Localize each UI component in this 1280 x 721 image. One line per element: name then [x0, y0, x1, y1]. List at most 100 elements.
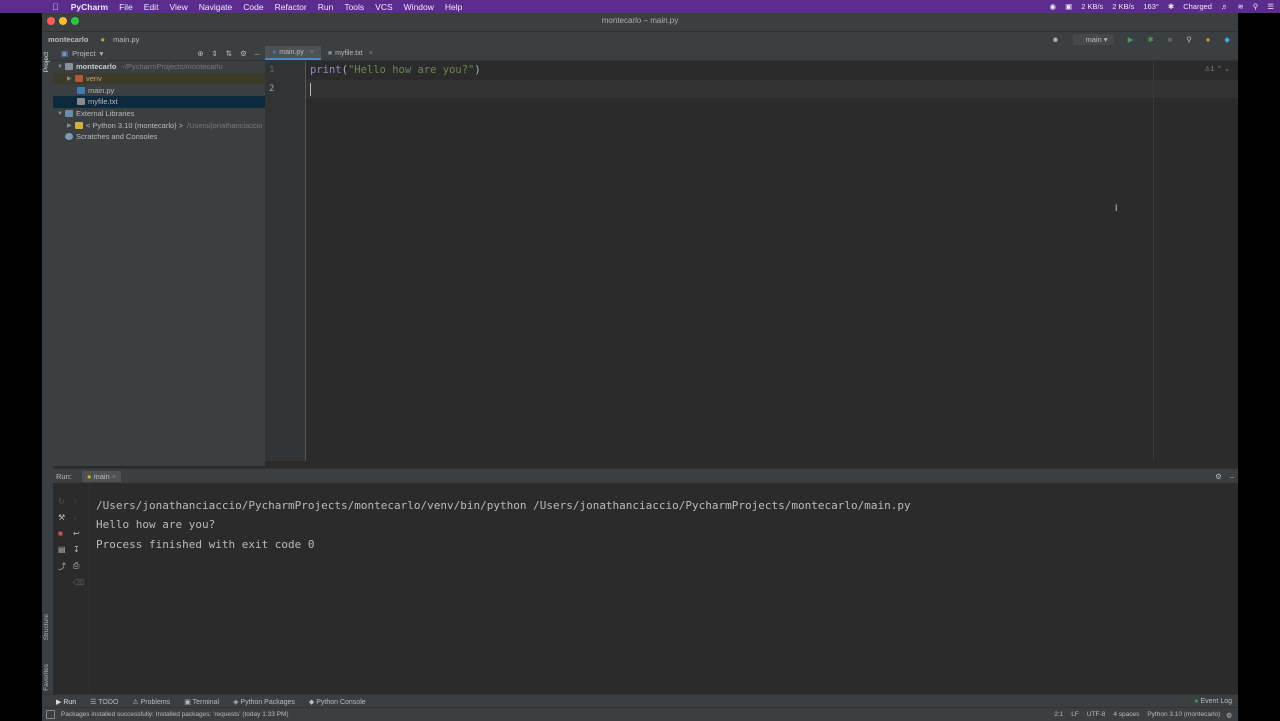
apple-icon[interactable]: : [52, 2, 59, 12]
tab-main-py[interactable]: ● main.py ×: [265, 46, 321, 60]
collapse-all-icon[interactable]: ⇅: [226, 49, 232, 58]
gear-icon[interactable]: ⚙: [1215, 472, 1222, 481]
scroll-to-end-icon[interactable]: ↧: [73, 545, 84, 554]
updates-icon[interactable]: ●: [1206, 35, 1211, 44]
tree-item-main-py[interactable]: main.py: [53, 84, 265, 96]
indent-setting[interactable]: 4 spaces: [1113, 711, 1139, 718]
stop-icon[interactable]: ■: [1168, 35, 1173, 44]
line-number-gutter: 1 2: [265, 61, 306, 461]
rerun-icon[interactable]: ↻: [58, 497, 66, 506]
menu-navigate[interactable]: Navigate: [199, 2, 233, 12]
volume-icon[interactable]: ♬: [1221, 2, 1229, 11]
tree-item-venv[interactable]: ▶ venv: [53, 72, 265, 85]
gear-icon[interactable]: ⚙: [240, 49, 247, 58]
menu-code[interactable]: Code: [243, 2, 263, 12]
menu-tools[interactable]: Tools: [344, 2, 364, 12]
close-icon[interactable]: ×: [112, 472, 116, 481]
python-icon: ●: [86, 471, 92, 481]
inspection-widget[interactable]: ⚠1 ⌃ ⌄: [1204, 65, 1230, 73]
wifi-icon[interactable]: ≋: [1237, 2, 1243, 11]
scratches-icon: [65, 133, 73, 141]
print-icon[interactable]: ⎙: [73, 561, 84, 571]
arrow-down-icon[interactable]: ↓: [73, 513, 84, 522]
chevron-down-icon[interactable]: ▼: [57, 111, 65, 117]
run-tab-main[interactable]: ● main ×: [81, 470, 122, 482]
expand-all-icon[interactable]: ⇕: [212, 49, 218, 58]
favorites-tool-tab[interactable]: Favorites: [43, 664, 50, 691]
menu-file[interactable]: File: [119, 2, 133, 12]
screen-icon[interactable]: ▣: [1065, 2, 1072, 11]
chevron-right-icon[interactable]: ▶: [67, 75, 75, 82]
file-encoding[interactable]: UTF-8: [1087, 711, 1105, 718]
interpreter-selector[interactable]: Python 3.10 (montecarlo): [1147, 711, 1220, 718]
tab-myfile-txt[interactable]: ■ myfile.txt ×: [321, 46, 380, 60]
pin-icon[interactable]: ⤴: [58, 561, 66, 572]
project-tool-tab[interactable]: Project: [43, 52, 50, 72]
structure-tool-tab[interactable]: Structure: [43, 614, 50, 640]
text-file-icon: ■: [327, 49, 333, 57]
line-separator[interactable]: LF: [1071, 711, 1079, 718]
trash-icon[interactable]: ⌫: [73, 578, 84, 587]
tool-tab-python-packages[interactable]: ◈ Python Packages: [233, 698, 295, 706]
run-toolbar: ↻ ⚒ ■ ▤ ⤴ ↑ ↓ ↩ ↧ ⎙ ⌫: [53, 483, 90, 695]
arrow-up-icon[interactable]: ↑: [73, 497, 84, 506]
caret-position[interactable]: 2:1: [1054, 711, 1063, 718]
tool-tab-run[interactable]: ▶ Run: [56, 698, 76, 706]
title-bar: montecarlo – main.py: [42, 13, 1238, 32]
tree-item-scratches[interactable]: Scratches and Consoles: [53, 131, 265, 143]
tree-item-python-sdk[interactable]: ▶ < Python 3.10 (montecarlo) > /Users/jo…: [53, 119, 265, 131]
breadcrumb-project[interactable]: montecarlo: [48, 35, 88, 44]
wrench-icon[interactable]: ⚒: [58, 513, 66, 522]
tool-tab-todo[interactable]: ☰ TODO: [90, 698, 118, 706]
breadcrumb-file[interactable]: ● main.py: [94, 35, 139, 44]
bluetooth-icon[interactable]: ✱: [1168, 2, 1174, 11]
soft-wrap-icon[interactable]: ↩: [73, 529, 84, 538]
chevron-down-icon[interactable]: ▾: [99, 49, 103, 58]
stop-icon[interactable]: ■: [58, 529, 66, 538]
menu-run[interactable]: Run: [318, 2, 334, 12]
editor-tabs: ● main.py × ■ myfile.txt ×: [265, 46, 1238, 61]
status-message[interactable]: Packages installed successfully: Install…: [61, 711, 289, 718]
run-panel-header: Run: ● main × ⚙ –: [53, 469, 1238, 483]
control-center-icon[interactable]: ☰: [1267, 2, 1274, 11]
tree-item-external-libraries[interactable]: ▼ External Libraries: [53, 108, 265, 120]
user-icon[interactable]: ☻: [1052, 35, 1060, 44]
project-view-selector[interactable]: Project: [72, 49, 95, 58]
menu-vcs[interactable]: VCS: [375, 2, 392, 12]
tool-tab-problems[interactable]: ⚠ Problems: [132, 698, 170, 706]
tool-tab-terminal[interactable]: ▣ Terminal: [184, 698, 219, 706]
record-icon[interactable]: ◉: [1050, 2, 1057, 11]
console-output[interactable]: /Users/jonathanciaccio/PycharmProjects/m…: [96, 496, 911, 554]
locate-icon[interactable]: ⊕: [197, 49, 203, 58]
tree-item-montecarlo[interactable]: ▼ montecarlo ~/PycharmProjects/montecarl…: [53, 61, 265, 73]
code-line-2[interactable]: [310, 80, 481, 99]
debug-icon[interactable]: ✱: [1147, 35, 1153, 44]
jetbrains-icon[interactable]: ◆: [1224, 35, 1230, 44]
menu-help[interactable]: Help: [445, 2, 462, 12]
close-icon[interactable]: ×: [310, 49, 314, 56]
battery-status[interactable]: Charged: [1183, 2, 1212, 11]
app-menu[interactable]: PyCharm: [71, 2, 108, 12]
tree-item-myfile-txt[interactable]: myfile.txt: [53, 96, 265, 108]
tool-tab-python-console[interactable]: ◆ Python Console: [309, 698, 366, 706]
menu-view[interactable]: View: [169, 2, 187, 12]
spotlight-icon[interactable]: ⚲: [1253, 2, 1259, 11]
line-number: 2: [269, 84, 275, 94]
menu-edit[interactable]: Edit: [144, 2, 159, 12]
code-editor[interactable]: print("Hello how are you?"): [310, 61, 481, 99]
lock-icon[interactable]: ◍: [1226, 711, 1232, 719]
chevron-right-icon[interactable]: ▶: [67, 122, 75, 129]
code-line-1[interactable]: print("Hello how are you?"): [310, 61, 481, 80]
tool-windows-icon[interactable]: [46, 710, 55, 719]
run-config-dropdown[interactable]: main ▾: [1073, 33, 1114, 45]
layout-icon[interactable]: ▤: [58, 545, 66, 554]
hide-icon[interactable]: –: [255, 49, 259, 58]
chevron-down-icon[interactable]: ▼: [57, 64, 65, 70]
event-log-button[interactable]: ● Event Log: [1194, 698, 1232, 705]
run-icon[interactable]: ▶: [1128, 35, 1134, 44]
menu-refactor[interactable]: Refactor: [275, 2, 307, 12]
search-everywhere-icon[interactable]: ⚲: [1186, 35, 1192, 44]
menu-window[interactable]: Window: [404, 2, 434, 12]
hide-icon[interactable]: –: [1230, 472, 1234, 481]
close-icon[interactable]: ×: [369, 50, 373, 57]
